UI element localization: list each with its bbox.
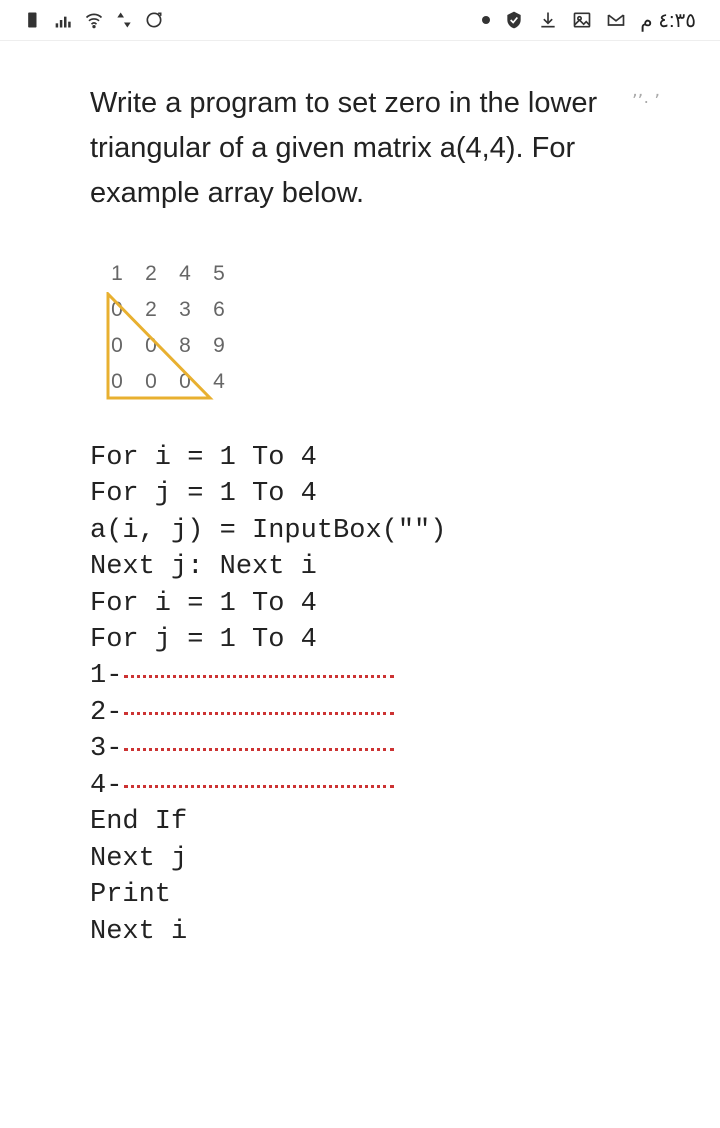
status-right: ٤:٣٥ م [482,8,696,33]
content-area: ٬ ·٬٬ Write a program to set zero in the… [0,40,720,1128]
question-text: Write a program to set zero in the lower… [90,81,670,216]
blank-label: 1- [90,658,122,694]
matrix-cell: 0 [134,328,168,364]
matrix-table: 1 2 4 5 0 2 3 6 0 0 8 9 0 0 0 4 [100,256,236,400]
matrix-row: 0 2 3 6 [100,292,236,328]
code-line: For i = 1 To 4 [90,440,670,476]
matrix-row: 0 0 0 4 [100,364,236,400]
signal-icon [54,10,74,30]
blank-line-2[interactable]: 2- [90,695,670,731]
matrix-cell: 2 [134,292,168,328]
matrix-cell: 4 [202,364,236,400]
updown-icon [114,10,134,30]
blank-dotted-icon [124,711,394,715]
picture-icon [572,10,592,30]
clock: ٤:٣٥ م [640,8,696,33]
check-shield-icon [504,10,524,30]
sim-icon [24,10,44,30]
matrix-cell: 0 [100,292,134,328]
code-line: For j = 1 To 4 [90,622,670,658]
blank-dotted-icon [124,674,394,678]
wifi-icon [84,10,104,30]
matrix-cell: 0 [168,364,202,400]
status-bar: ٤:٣٥ م [0,0,720,40]
matrix-cell: 0 [100,364,134,400]
code-block: For i = 1 To 4 For j = 1 To 4 a(i, j) = … [90,440,670,950]
blank-line-3[interactable]: 3- [90,731,670,767]
blank-dotted-icon [124,784,394,788]
matrix-cell: 9 [202,328,236,364]
code-line: Next j: Next i [90,549,670,585]
matrix-cell: 2 [134,256,168,292]
blank-dotted-icon [124,747,394,751]
code-line: Print [90,877,670,913]
matrix-cell: 8 [168,328,202,364]
download-icon [538,10,558,30]
code-line: End If [90,804,670,840]
code-line: For i = 1 To 4 [90,586,670,622]
gmail-icon [606,10,626,30]
blank-line-1[interactable]: 1- [90,658,670,694]
matrix-cell: 5 [202,256,236,292]
dot-icon [482,16,490,24]
matrix-cell: 0 [100,328,134,364]
matrix-row: 0 0 8 9 [100,328,236,364]
code-line: Next j [90,841,670,877]
blank-label: 4- [90,768,122,804]
matrix-cell: 6 [202,292,236,328]
matrix-cell: 1 [100,256,134,292]
code-line: For j = 1 To 4 [90,476,670,512]
matrix-cell: 4 [168,256,202,292]
status-left [24,10,164,30]
blank-label: 2- [90,695,122,731]
top-right-deco: ٬ ·٬٬ [632,91,660,112]
blank-line-4[interactable]: 4- [90,768,670,804]
loop-icon [144,10,164,30]
code-line: a(i, j) = InputBox("") [90,513,670,549]
matrix-cell: 0 [134,364,168,400]
matrix-row: 1 2 4 5 [100,256,236,292]
matrix-cell: 3 [168,292,202,328]
code-line: Next i [90,914,670,950]
matrix-example: 1 2 4 5 0 2 3 6 0 0 8 9 0 0 0 4 [100,256,250,400]
blank-label: 3- [90,731,122,767]
